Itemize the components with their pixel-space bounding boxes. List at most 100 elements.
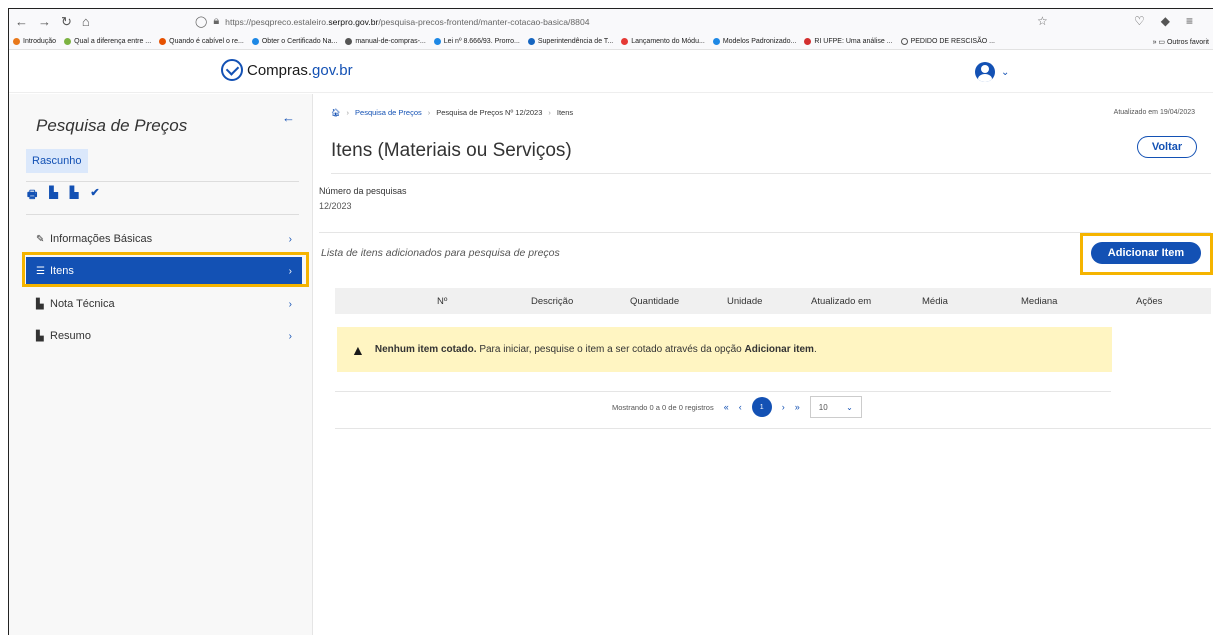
column-header[interactable]: Mediana — [1021, 296, 1057, 307]
bookmark-icon — [64, 38, 72, 45]
breadcrumb: 🏠︎ › Pesquisa de Preços › Pesquisa de Pr… — [331, 108, 574, 117]
sidebar-item-informacoes-basicas[interactable]: ✎ Informações Básicas › — [26, 225, 302, 253]
highlight-box-itens — [22, 252, 309, 287]
chevron-down-icon: ⌄ — [1001, 66, 1010, 78]
reload-icon[interactable]: ↻ — [61, 14, 72, 30]
home-icon[interactable]: 🏠︎ — [331, 108, 341, 117]
sidebar-item-label: Resumo — [50, 330, 91, 342]
bookmark-icon — [433, 38, 441, 45]
bookmark[interactable]: manual-de-compras-... — [345, 38, 426, 45]
extension-icon[interactable]: ◆ — [1161, 14, 1170, 28]
first-page-icon[interactable]: « — [724, 402, 729, 412]
alert-text: Para iniciar, pesquise o item a ser cota… — [476, 344, 745, 355]
excel-icon[interactable]: ▙ — [70, 186, 78, 205]
sidebar-item-resumo[interactable]: ▙ Resumo › — [26, 322, 302, 350]
back-button[interactable]: Voltar — [1137, 136, 1197, 158]
prev-page-icon[interactable]: ‹ — [739, 402, 742, 412]
sidebar-title: Pesquisa de Preços — [36, 116, 188, 135]
browser-window: ← → ↻ ⌂ ◯ 🔒︎ https://pesqpreco.estaleiro… — [8, 8, 1213, 635]
sidebar-item-label: Informações Básicas — [50, 233, 153, 245]
bookmarks-bar: Introdução Qual a diferença entre ... Qu… — [9, 34, 1213, 50]
alert-bold: Adicionar item — [744, 344, 814, 355]
sidebar-toolbar: 🖶︎ ▙ ▙ ✔ — [27, 186, 100, 205]
pocket-icon[interactable]: ♡ — [1134, 14, 1145, 28]
other-favorites[interactable]: » ▭ Outros favorit — [1153, 38, 1209, 46]
url-path: /pesquisa-precos-frontend/manter-cotacao… — [378, 16, 590, 27]
sidebar: Pesquisa de Preços ← Rascunho 🖶︎ ▙ ▙ ✔ ✎… — [9, 94, 313, 635]
empty-items-alert: ▲ Nenhum item cotado. Para iniciar, pesq… — [337, 327, 1112, 372]
page-title: Itens (Materiais ou Serviços) — [331, 140, 572, 161]
bookmark-icon — [345, 38, 353, 45]
print-icon[interactable]: 🖶︎ — [27, 186, 37, 205]
column-header[interactable]: Quantidade — [630, 296, 679, 307]
divider — [335, 391, 1111, 392]
bookmark[interactable]: Qual a diferença entre ... — [64, 38, 151, 45]
bookmark-icon — [251, 38, 259, 45]
breadcrumb-link[interactable]: Pesquisa de Preços Nº 12/2023 — [436, 108, 542, 117]
column-header[interactable]: Descrição — [531, 296, 573, 307]
forward-icon[interactable]: → — [38, 14, 51, 30]
breadcrumb-current: Itens — [556, 108, 574, 117]
updated-date: Atualizado em 19/04/2023 — [1113, 109, 1195, 116]
check-icon[interactable]: ✔ — [90, 186, 99, 205]
back-icon[interactable]: ← — [15, 14, 28, 30]
logo-gov-text: gov.br — [312, 61, 353, 79]
sidebar-item-nota-tecnica[interactable]: ▙ Nota Técnica › — [26, 290, 302, 318]
main-content: 🏠︎ › Pesquisa de Preços › Pesquisa de Pr… — [313, 94, 1213, 635]
bookmark[interactable]: Obter o Certificado Na... — [251, 38, 337, 45]
divider — [26, 181, 299, 182]
page-button[interactable]: 1 — [751, 397, 772, 417]
logo-text: Compras. — [247, 61, 313, 79]
user-menu[interactable]: ⌄ — [975, 62, 1009, 82]
url-prefix: https://pesqpreco.estaleiro. — [225, 16, 329, 27]
menu-icon[interactable]: ≡ — [1186, 14, 1193, 28]
pdf-icon[interactable]: ▙ — [49, 186, 57, 205]
bookmark[interactable]: Lançamento do Módu... — [621, 38, 705, 45]
chevron-right-icon: › — [288, 233, 292, 245]
column-header: Ações — [1136, 296, 1163, 307]
bookmark[interactable]: Lei nº 8.666/93. Prorro... — [433, 38, 520, 45]
arrow-left-icon[interactable]: ← — [282, 110, 295, 125]
divider — [331, 173, 1211, 174]
bookmark[interactable]: RI UFPE: Uma análise ... — [804, 38, 893, 45]
shield-icon: ◯ — [195, 16, 208, 28]
alert-bold: Nenhum item cotado. — [374, 344, 477, 355]
lock-icon: 🔒︎ — [213, 15, 220, 27]
document-icon: ▙ — [36, 330, 44, 342]
column-header[interactable]: Unidade — [727, 296, 762, 307]
items-list-label: Lista de itens adicionados para pesquisa… — [321, 247, 560, 259]
next-page-icon[interactable]: › — [782, 402, 785, 412]
url-bar: ← → ↻ ⌂ ◯ 🔒︎ https://pesqpreco.estaleiro… — [9, 9, 1213, 34]
bookmark[interactable]: Quando é cabível o re... — [159, 38, 244, 45]
column-header[interactable]: Nº — [437, 296, 447, 307]
divider — [26, 214, 299, 215]
column-header[interactable]: Atualizado em — [811, 296, 871, 307]
url-field[interactable]: ◯ 🔒︎ https://pesqpreco.estaleiro.serpro.… — [195, 15, 1045, 28]
status-badge: Rascunho — [26, 149, 88, 173]
bookmark[interactable]: Superintendência de T... — [527, 38, 613, 45]
browser-tools: ♡ ◆ ≡ — [1134, 14, 1193, 28]
bookmark[interactable]: Modelos Padronizado... — [712, 38, 796, 45]
star-icon[interactable]: ☆ — [1037, 14, 1048, 28]
breadcrumb-link[interactable]: Pesquisa de Preços — [355, 108, 422, 117]
page-size-select[interactable]: 10 ⌄ — [809, 396, 862, 418]
last-page-icon[interactable]: » — [795, 402, 800, 412]
compras-logo[interactable]: Compras.gov.br — [221, 59, 353, 81]
bookmark-icon — [13, 38, 20, 45]
home-icon[interactable]: ⌂ — [82, 14, 90, 30]
globe-icon — [900, 38, 908, 45]
bookmark-icon — [804, 38, 812, 45]
bookmark-icon — [712, 38, 720, 45]
pagination: Mostrando 0 a 0 de 0 registros « ‹ 1 › »… — [612, 396, 862, 418]
bookmark[interactable]: Introdução — [13, 38, 56, 45]
search-number-value: 12/2023 — [319, 201, 352, 211]
nav-buttons: ← → ↻ ⌂ — [15, 14, 195, 30]
chevron-right-icon: › — [288, 330, 292, 342]
bookmark-icon — [621, 38, 629, 45]
bookmark[interactable]: PEDIDO DE RESCISÃO ... — [900, 38, 995, 45]
divider — [319, 232, 1211, 233]
column-header[interactable]: Média — [922, 296, 948, 307]
warning-icon: ▲ — [351, 341, 365, 358]
chevron-down-icon: ⌄ — [846, 402, 853, 412]
pencil-icon: ✎ — [36, 233, 45, 245]
